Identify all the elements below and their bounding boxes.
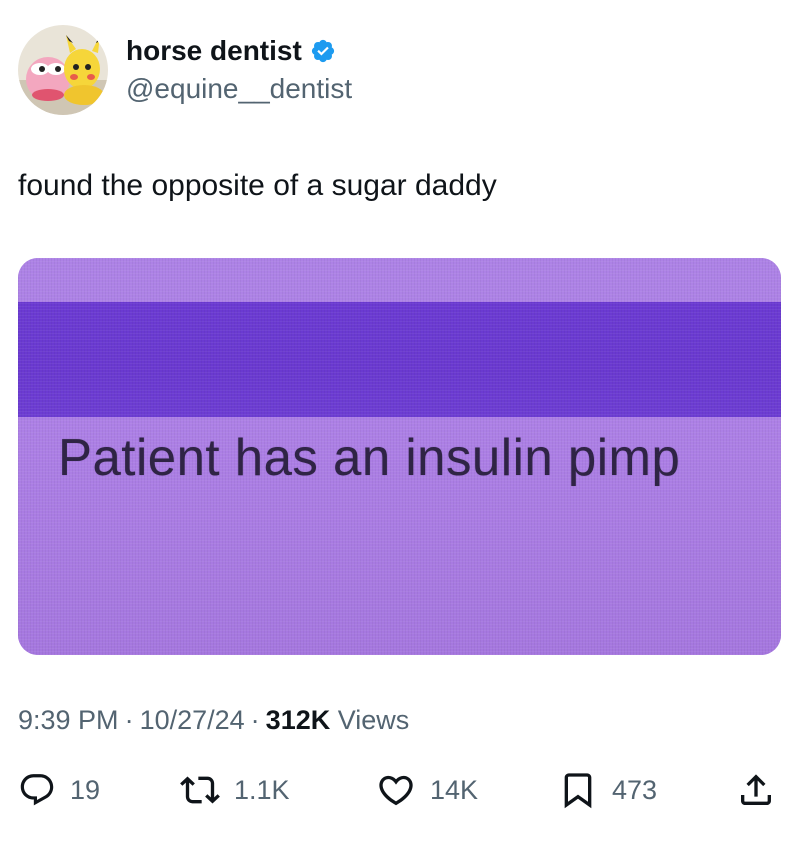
author-display-name[interactable]: horse dentist [126, 34, 302, 68]
share-button[interactable] [736, 768, 776, 812]
reply-button[interactable]: 19 [18, 768, 100, 812]
tweet-text: found the opposite of a sugar daddy [18, 169, 497, 202]
bookmark-count: 473 [612, 774, 658, 805]
tweet-header: horse dentist @equine__dentist [18, 24, 352, 116]
author-name-row[interactable]: horse dentist [126, 34, 352, 68]
author-info: horse dentist @equine__dentist [126, 34, 352, 106]
tweet-media-image[interactable]: Patient has an insulin pimp [18, 258, 781, 655]
avatar-image [18, 25, 108, 115]
tweet-time[interactable]: 9:39 PM [18, 705, 119, 735]
tweet-date[interactable]: 10/27/24 [140, 705, 245, 735]
bookmark-button[interactable]: 473 [558, 768, 657, 812]
media-caption-text: Patient has an insulin pimp [58, 429, 681, 487]
views-label: Views [337, 705, 410, 735]
action-bar: 19 1.1K 14K 473 [18, 768, 780, 812]
heart-icon [376, 770, 416, 810]
author-handle[interactable]: @equine__dentist [126, 72, 352, 106]
like-button[interactable]: 14K [376, 768, 478, 812]
verified-badge-icon [310, 38, 336, 64]
views-count: 312K [265, 705, 331, 735]
meta-separator: · [124, 705, 134, 735]
like-count: 14K [430, 774, 479, 805]
retweet-button[interactable]: 1.1K [180, 768, 290, 812]
share-icon [736, 770, 776, 810]
avatar[interactable] [18, 25, 108, 115]
retweet-count: 1.1K [234, 774, 290, 805]
meta-separator: · [250, 705, 260, 735]
tweet-meta: 9:39 PM · 10/27/24 · 312K Views [18, 702, 409, 738]
retweet-icon [180, 770, 220, 810]
reply-count: 19 [70, 774, 101, 805]
reply-icon [18, 771, 56, 809]
bookmark-icon [558, 770, 598, 810]
